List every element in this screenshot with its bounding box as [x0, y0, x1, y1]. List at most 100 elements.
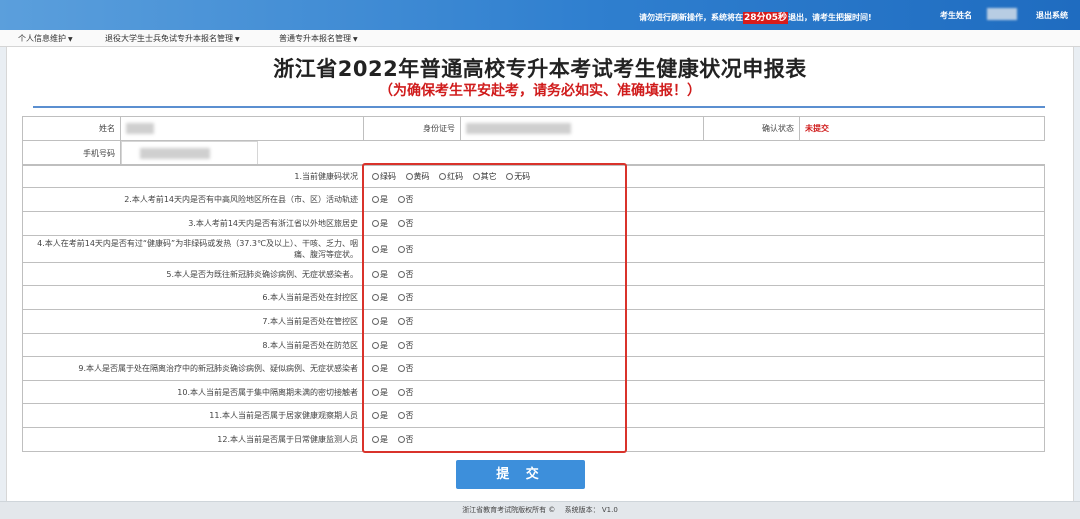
- radio-circle-icon: [372, 245, 379, 253]
- question-row: 6.本人当前是否处在封控区 是 否: [22, 285, 1045, 310]
- question-label: 3.本人考前14天内是否有浙江省以外地区旅居史: [22, 211, 364, 236]
- submit-button[interactable]: 提 交: [456, 460, 585, 489]
- radio-label: 是: [380, 317, 388, 326]
- radio-green-code[interactable]: 绿码: [372, 171, 396, 182]
- phone-cell: [120, 140, 1045, 166]
- radio-yes[interactable]: 是: [372, 316, 388, 327]
- menu-veteran-registration[interactable]: 退役大学生士兵免试专升本报名管理 ▼: [105, 33, 240, 44]
- radio-circle-icon: [405, 172, 413, 180]
- question-row: 12.本人当前是否属于日常健康监测人员 是 否: [22, 427, 1045, 452]
- menu-bar: 个人信息维护 ▼ 退役大学生士兵免试专升本报名管理 ▼ 普通专升本报名管理 ▼: [0, 30, 1080, 47]
- radio-no[interactable]: 否: [397, 269, 414, 280]
- page-title: 浙江省2022年普通高校专升本考试考生健康状况申报表: [273, 57, 807, 81]
- page-subtitle: （为确保考生平安赴考，请务必如实、准确填报！）: [379, 83, 701, 99]
- top-bar: 请勿进行刷新操作，系统将在28分05秒退出，请考生把握时间! 考生姓名 退出系统: [0, 0, 1080, 30]
- radio-no[interactable]: 否: [397, 316, 414, 327]
- radio-no[interactable]: 否: [397, 244, 414, 255]
- question-row: 11.本人当前是否属于居家健康观察期人员 是 否: [22, 403, 1045, 428]
- chevron-down-icon: ▼: [235, 36, 240, 43]
- radio-label: 否: [405, 317, 414, 326]
- radio-yes[interactable]: 是: [372, 194, 388, 205]
- yes-no-options: 是 否: [363, 356, 1045, 381]
- radio-circle-icon: [397, 341, 405, 349]
- radio-label: 是: [380, 435, 388, 444]
- candidate-name-redacted: [987, 8, 1017, 20]
- radio-no[interactable]: 否: [397, 194, 414, 205]
- question-row: 7.本人当前是否处在管控区 是 否: [22, 309, 1045, 334]
- radio-no-code[interactable]: 无码: [506, 171, 530, 182]
- question-row: 9.本人是否属于处在隔离治疗中的新冠肺炎确诊病例、疑似病例、无症状感染者 是 否: [22, 356, 1045, 381]
- radio-label: 是: [380, 244, 388, 254]
- radio-yes[interactable]: 是: [372, 363, 388, 374]
- radio-label: 是: [380, 340, 388, 350]
- radio-label: 否: [405, 269, 414, 279]
- question-label: 2.本人考前14天内是否有中高风险地区所在县（市、区）活动轨迹: [22, 187, 364, 212]
- radio-circle-icon: [397, 388, 405, 396]
- phone-redacted: [140, 148, 210, 159]
- radio-label: 否: [405, 411, 414, 420]
- menu-general-registration-label: 普通专升本报名管理: [279, 34, 351, 43]
- radio-no[interactable]: 否: [397, 387, 414, 398]
- notice-prefix: 请勿进行刷新操作，系统将在: [639, 13, 743, 22]
- menu-veteran-registration-label: 退役大学生士兵免试专升本报名管理: [105, 34, 233, 43]
- radio-label: 否: [405, 364, 414, 373]
- yes-no-options: 是 否: [363, 380, 1045, 404]
- chevron-down-icon: ▼: [68, 36, 73, 43]
- radio-no[interactable]: 否: [397, 410, 414, 421]
- radio-circle-icon: [372, 412, 379, 419]
- radio-yes[interactable]: 是: [372, 269, 388, 280]
- yes-no-options: 是 否: [363, 285, 1045, 310]
- candidate-name-label: 考生姓名: [940, 11, 972, 20]
- yes-no-options: 是 否: [363, 187, 1045, 212]
- radio-circle-icon: [397, 220, 405, 227]
- radio-yes[interactable]: 是: [372, 387, 388, 398]
- menu-personal-info[interactable]: 个人信息维护 ▼: [18, 33, 73, 44]
- question-row: 8.本人当前是否处在防范区 是 否: [22, 333, 1045, 357]
- yes-no-options: 是 否: [363, 403, 1045, 428]
- question-label: 4.本人在考前14天内是否有过“健康码”为非绿码或发热（37.3℃及以上）、干咳…: [22, 235, 364, 263]
- confirm-status: 未提交: [799, 116, 1045, 141]
- confirm-label: 确认状态: [703, 116, 800, 141]
- radio-circle-icon: [372, 318, 379, 325]
- radio-circle-icon: [397, 436, 405, 443]
- title-divider: [33, 106, 1045, 108]
- yes-no-options: 是 否: [363, 427, 1045, 452]
- question-label: 12.本人当前是否属于日常健康监测人员: [22, 427, 364, 452]
- chevron-down-icon: ▼: [353, 36, 358, 43]
- radio-circle-icon: [506, 172, 514, 180]
- radio-label: 否: [405, 219, 414, 228]
- health-questions-table: 1.当前健康码状况 绿码 黄码 红码 其它 无码 2.本人考前14天内是否有中高…: [22, 164, 1045, 452]
- radio-label: 否: [405, 340, 414, 350]
- radio-yes[interactable]: 是: [372, 434, 388, 445]
- radio-label: 红码: [447, 171, 464, 181]
- menu-general-registration[interactable]: 普通专升本报名管理 ▼: [279, 33, 358, 44]
- personal-info-table: 姓名 身份证号 确认状态 未提交 手机号码: [22, 116, 1045, 166]
- question-row: 2.本人考前14天内是否有中高风险地区所在县（市、区）活动轨迹 是 否: [22, 187, 1045, 212]
- radio-circle-icon: [397, 270, 405, 278]
- yes-no-options: 是 否: [363, 211, 1045, 236]
- radio-no[interactable]: 否: [397, 434, 414, 445]
- radio-no[interactable]: 否: [397, 292, 414, 303]
- radio-no[interactable]: 否: [397, 340, 414, 351]
- name-label: 姓名: [22, 116, 121, 141]
- radio-no[interactable]: 否: [397, 363, 414, 374]
- radio-circle-icon: [397, 365, 405, 372]
- radio-label: 是: [380, 269, 388, 279]
- radio-yes[interactable]: 是: [372, 218, 388, 229]
- radio-red-code[interactable]: 红码: [439, 171, 463, 182]
- phone-field[interactable]: [121, 141, 258, 165]
- question-label: 5.本人是否为既往新冠肺炎确诊病例、无症状感染者。: [22, 262, 364, 286]
- radio-circle-icon: [372, 270, 379, 278]
- radio-yes[interactable]: 是: [372, 244, 388, 255]
- radio-yellow-code[interactable]: 黄码: [405, 171, 430, 182]
- radio-yes[interactable]: 是: [372, 292, 388, 303]
- question-label: 6.本人当前是否处在封控区: [22, 285, 364, 310]
- radio-yes[interactable]: 是: [372, 340, 388, 351]
- question-row: 4.本人在考前14天内是否有过“健康码”为非绿码或发热（37.3℃及以上）、干咳…: [22, 235, 1045, 263]
- radio-yes[interactable]: 是: [372, 410, 388, 421]
- logout-link[interactable]: 退出系统: [1036, 10, 1068, 21]
- radio-label: 是: [380, 195, 388, 204]
- radio-other-code[interactable]: 其它: [472, 171, 497, 182]
- radio-circle-icon: [397, 196, 405, 203]
- radio-no[interactable]: 否: [397, 218, 414, 229]
